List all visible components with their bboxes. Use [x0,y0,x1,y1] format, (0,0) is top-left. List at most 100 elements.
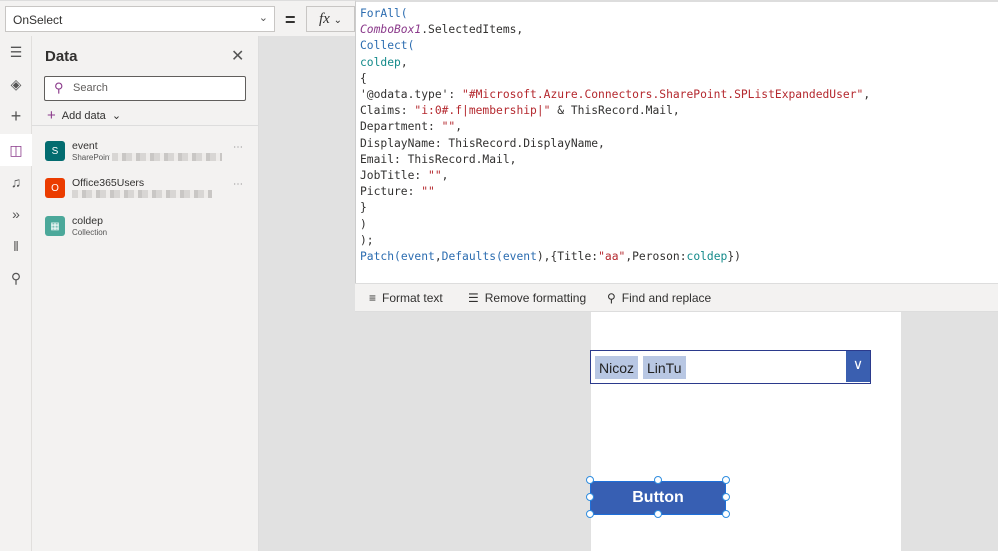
add-data-button[interactable]: + Add data ⌄ [47,107,121,124]
code-line: { [360,71,998,87]
resize-handle[interactable] [722,493,730,501]
resize-handle[interactable] [654,510,662,518]
chevron-down-icon[interactable]: ∨ [846,351,870,382]
resize-handle[interactable] [586,510,594,518]
search-icon[interactable]: ⚲ [0,262,32,294]
close-icon[interactable]: ✕ [231,46,244,66]
app-screen [591,312,901,551]
power-automate-icon[interactable]: » [0,198,32,230]
source-subtitle: Collection [72,228,108,237]
data-panel: Data ✕ ⚲ Search + Add data ⌄ S event ShareP… [32,36,259,551]
code-token: "" [441,120,456,134]
media-icon[interactable]: ♫ [0,166,32,198]
code-token: ); [360,233,374,247]
code-line: JobTitle: "", [360,168,998,184]
selected-item-tag[interactable]: LinTu [643,356,686,379]
insert-icon[interactable]: + [0,100,32,132]
divider [32,125,259,126]
more-icon[interactable]: ⋯ [233,179,243,190]
code-line: ) [360,217,998,233]
code-token: Picture: [360,185,422,199]
source-name: Office365Users [72,177,145,189]
selected-item-tag[interactable]: Nicoz [595,356,639,379]
formula-editor[interactable]: ForAll(ComboBox1.SelectedItems, Collect(c… [355,0,998,283]
code-token: }) [727,250,741,264]
code-token: "" [428,169,442,183]
code-line: Picture: "" [360,184,998,200]
code-line: Collect( [360,38,998,54]
code-line: coldep, [360,55,998,71]
code-token: ) [360,217,367,231]
code-token: Collect( [360,39,415,53]
code-token: ,Peroson: [625,250,687,264]
code-line: Department: "", [360,119,998,135]
search-input[interactable]: ⚲ Search [44,76,246,101]
code-token: & ThisRecord.Mail, [550,104,680,118]
code-token: , [434,250,442,264]
resize-handle[interactable] [586,493,594,501]
code-token: , [441,169,449,183]
sharepoint-icon: S [45,141,65,161]
code-token: '@odata.type': [360,88,463,102]
code-token: ),{Title: [536,250,599,264]
format-text-icon: ≡ [369,291,377,305]
code-token: Defaults( [441,250,503,264]
code-line: Email: ThisRecord.Mail, [360,152,998,168]
code-token: , [400,55,408,69]
code-token: .SelectedItems, [421,23,524,37]
search-icon: ⚲ [54,80,64,95]
office-icon: O [45,178,65,198]
resize-handle[interactable] [722,510,730,518]
code-token: Email: ThisRecord.Mail, [360,152,517,166]
formula-toolbar: ≡ Format text ☰ Remove formatting ⚲ Find an… [355,283,998,312]
property-value: OnSelect [13,13,63,27]
format-text-label: Format text [382,291,443,305]
combobox[interactable]: Nicoz LinTu ∨ [590,350,871,384]
code-token: event [502,250,537,264]
code-line: ); [360,233,998,249]
redacted-text [112,153,222,161]
code-token: coldep [360,55,401,69]
hamburger-menu-icon[interactable]: ☰ [0,36,32,68]
code-line: DisplayName: ThisRecord.DisplayName, [360,136,998,152]
chevron-down-icon: ⌄ [258,12,268,24]
fx-icon: fx [319,11,330,27]
code-token: { [360,71,367,85]
data-source-coldep[interactable]: ▦ coldep Collection [44,213,249,245]
resize-handle[interactable] [722,476,730,484]
remove-formatting-button[interactable]: ☰ Remove formatting [468,291,586,305]
code-token: ForAll( [360,7,408,20]
resize-handle[interactable] [586,476,594,484]
format-text-button[interactable]: ≡ Format text [369,291,443,305]
code-token: Claims: [360,104,415,118]
redacted-text [72,190,212,198]
data-source-event[interactable]: S event SharePoint ⋯ [44,138,249,170]
data-source-office365users[interactable]: O Office365Users ⋯ [44,175,249,207]
code-token: "aa" [598,250,626,264]
resize-handle[interactable] [654,476,662,484]
code-line: Patch(event,Defaults(event),{Title:"aa",… [360,249,998,265]
tools-icon[interactable]: ‖ [0,230,32,262]
code-token: event [400,250,435,264]
code-line: '@odata.type': "#Microsoft.Azure.Connect… [360,87,998,103]
remove-formatting-label: Remove formatting [484,291,587,305]
code-line: } [360,200,998,216]
more-icon[interactable]: ⋯ [233,142,243,153]
code-token: Department: [360,120,442,134]
code-token: "" [421,185,435,199]
tree-view-icon[interactable]: ◈ [0,68,32,100]
search-placeholder: Search [73,82,108,94]
plus-icon: + [47,107,56,124]
code-token: , [863,88,871,102]
left-rail: ☰ ◈ + ◫ ♫ » ‖ ⚲ [0,36,32,551]
panel-title: Data [45,48,78,65]
code-token: DisplayName: ThisRecord.DisplayName, [360,136,605,150]
code-token: JobTitle: [360,169,429,183]
remove-formatting-icon: ☰ [468,291,479,305]
collection-icon: ▦ [45,216,65,236]
source-name: coldep [72,215,103,227]
property-dropdown[interactable]: OnSelect ⌄ [5,6,275,32]
data-icon[interactable]: ◫ [0,134,32,166]
find-replace-button[interactable]: ⚲ Find and replace [607,291,711,305]
fx-button[interactable]: fx ⌄ [306,6,355,32]
